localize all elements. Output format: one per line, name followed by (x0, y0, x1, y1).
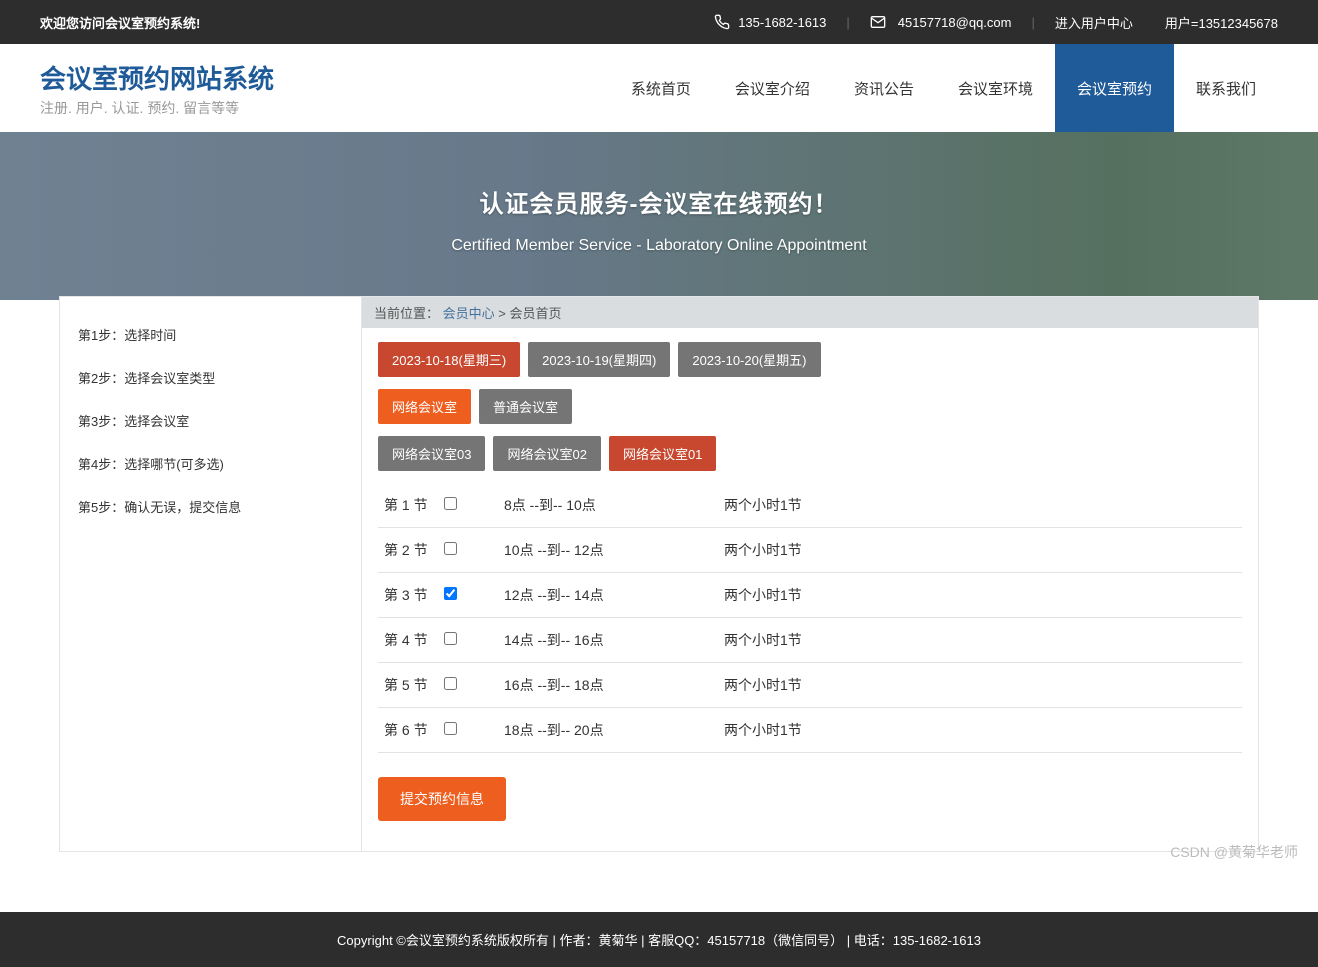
slot-time: 16点 --到-- 18点 (498, 663, 718, 708)
slot-note: 两个小时1节 (718, 663, 1242, 708)
breadcrumb: 当前位置： 会员中心 > 会员首页 (362, 297, 1258, 328)
table-row: 第 1 节 8点 --到-- 10点两个小时1节 (378, 483, 1242, 528)
nav-item[interactable]: 资讯公告 (832, 44, 936, 132)
banner-title-en: Certified Member Service - Laboratory On… (0, 237, 1318, 255)
time-slot-table: 第 1 节8点 --到-- 10点两个小时1节第 2 节10点 --到-- 12… (378, 483, 1242, 753)
main-panel: 当前位置： 会员中心 > 会员首页 2023-10-18(星期三)2023-10… (361, 296, 1259, 852)
slot-number: 第 2 节 (378, 528, 438, 573)
table-row: 第 5 节 16点 --到-- 18点两个小时1节 (378, 663, 1242, 708)
slot-number: 第 5 节 (378, 663, 438, 708)
table-row: 第 2 节 10点 --到-- 12点两个小时1节 (378, 528, 1242, 573)
slot-note: 两个小时1节 (718, 528, 1242, 573)
room-type-row: 网络会议室普通会议室 (378, 389, 1242, 424)
user-label: 用户=13512345678 (1165, 13, 1278, 32)
slot-note: 两个小时1节 (718, 483, 1242, 528)
breadcrumb-link-member-center[interactable]: 会员中心 (443, 306, 495, 321)
banner-title-cn: 认证会员服务-会议室在线预约！ (0, 184, 1318, 219)
slot-time: 12点 --到-- 14点 (498, 573, 718, 618)
step-item: 第5步：确认无误，提交信息 (78, 485, 343, 528)
step-item: 第2步：选择会议室类型 (78, 356, 343, 399)
step-item: 第1步：选择时间 (78, 313, 343, 356)
banner: 认证会员服务-会议室在线预约！ Certified Member Service… (0, 132, 1318, 300)
room-pill[interactable]: 网络会议室02 (493, 436, 600, 471)
date-pill[interactable]: 2023-10-20(星期五) (678, 342, 820, 377)
slot-note: 两个小时1节 (718, 618, 1242, 663)
slot-checkbox[interactable] (444, 677, 457, 690)
table-row: 第 6 节 18点 --到-- 20点两个小时1节 (378, 708, 1242, 753)
slot-time: 14点 --到-- 16点 (498, 618, 718, 663)
nav-item[interactable]: 会议室预约 (1055, 44, 1174, 132)
room-type-pill[interactable]: 普通会议室 (479, 389, 572, 424)
slot-checkbox[interactable] (444, 587, 457, 600)
submit-button[interactable]: 提交预约信息 (378, 777, 506, 821)
nav-item[interactable]: 会议室环境 (936, 44, 1055, 132)
slot-number: 第 1 节 (378, 483, 438, 528)
step-item: 第3步：选择会议室 (78, 399, 343, 442)
main-nav: 系统首页会议室介绍资讯公告会议室环境会议室预约联系我们 (609, 44, 1278, 132)
slot-checkbox[interactable] (444, 632, 457, 645)
slot-note: 两个小时1节 (718, 573, 1242, 618)
slot-number: 第 4 节 (378, 618, 438, 663)
step-item: 第4步：选择哪节(可多选) (78, 442, 343, 485)
header: 会议室预约网站系统 注册. 用户. 认证. 预约. 留言等等 系统首页会议室介绍… (0, 44, 1318, 132)
slot-time: 8点 --到-- 10点 (498, 483, 718, 528)
slot-checkbox[interactable] (444, 497, 457, 510)
topbar-email[interactable]: 45157718@qq.com (898, 15, 1012, 30)
date-selector-row: 2023-10-18(星期三)2023-10-19(星期四)2023-10-20… (378, 342, 1242, 377)
room-type-pill[interactable]: 网络会议室 (378, 389, 471, 424)
table-row: 第 4 节 14点 --到-- 16点两个小时1节 (378, 618, 1242, 663)
nav-item[interactable]: 会议室介绍 (713, 44, 832, 132)
top-bar: 欢迎您访问会议室预约系统! 135-1682-1613 | 45157718@q… (0, 0, 1318, 44)
table-row: 第 3 节 12点 --到-- 14点两个小时1节 (378, 573, 1242, 618)
topbar-phone[interactable]: 135-1682-1613 (738, 15, 826, 30)
breadcrumb-current: 会员首页 (510, 306, 562, 321)
date-pill[interactable]: 2023-10-19(星期四) (528, 342, 670, 377)
slot-number: 第 3 节 (378, 573, 438, 618)
room-pill[interactable]: 网络会议室03 (378, 436, 485, 471)
slot-checkbox[interactable] (444, 722, 457, 735)
slot-checkbox[interactable] (444, 542, 457, 555)
welcome-text: 欢迎您访问会议室预约系统! (40, 13, 200, 32)
separator: | (1031, 15, 1034, 30)
separator: | (846, 15, 849, 30)
nav-item[interactable]: 联系我们 (1174, 44, 1278, 132)
site-title: 会议室预约网站系统 (40, 59, 274, 96)
user-center-link[interactable]: 进入用户中心 (1055, 13, 1133, 32)
slot-note: 两个小时1节 (718, 708, 1242, 753)
nav-item[interactable]: 系统首页 (609, 44, 713, 132)
footer-text: Copyright ©会议室预约系统版权所有 | 作者：黄菊华 | 客服QQ：4… (337, 933, 981, 948)
room-pill[interactable]: 网络会议室01 (609, 436, 716, 471)
breadcrumb-prefix: 当前位置： (374, 306, 439, 321)
date-pill[interactable]: 2023-10-18(星期三) (378, 342, 520, 377)
footer: Copyright ©会议室预约系统版权所有 | 作者：黄菊华 | 客服QQ：4… (0, 912, 1318, 967)
phone-icon (714, 14, 730, 30)
mail-icon (870, 14, 886, 30)
slot-time: 18点 --到-- 20点 (498, 708, 718, 753)
slot-time: 10点 --到-- 12点 (498, 528, 718, 573)
breadcrumb-sep: > (498, 306, 509, 321)
site-subtitle: 注册. 用户. 认证. 预约. 留言等等 (40, 98, 274, 118)
site-logo[interactable]: 会议室预约网站系统 注册. 用户. 认证. 预约. 留言等等 (40, 59, 274, 118)
steps-sidebar: 第1步：选择时间第2步：选择会议室类型第3步：选择会议室第4步：选择哪节(可多选… (59, 296, 361, 852)
slot-number: 第 6 节 (378, 708, 438, 753)
room-row: 网络会议室03网络会议室02 网络会议室01 (378, 436, 1242, 471)
